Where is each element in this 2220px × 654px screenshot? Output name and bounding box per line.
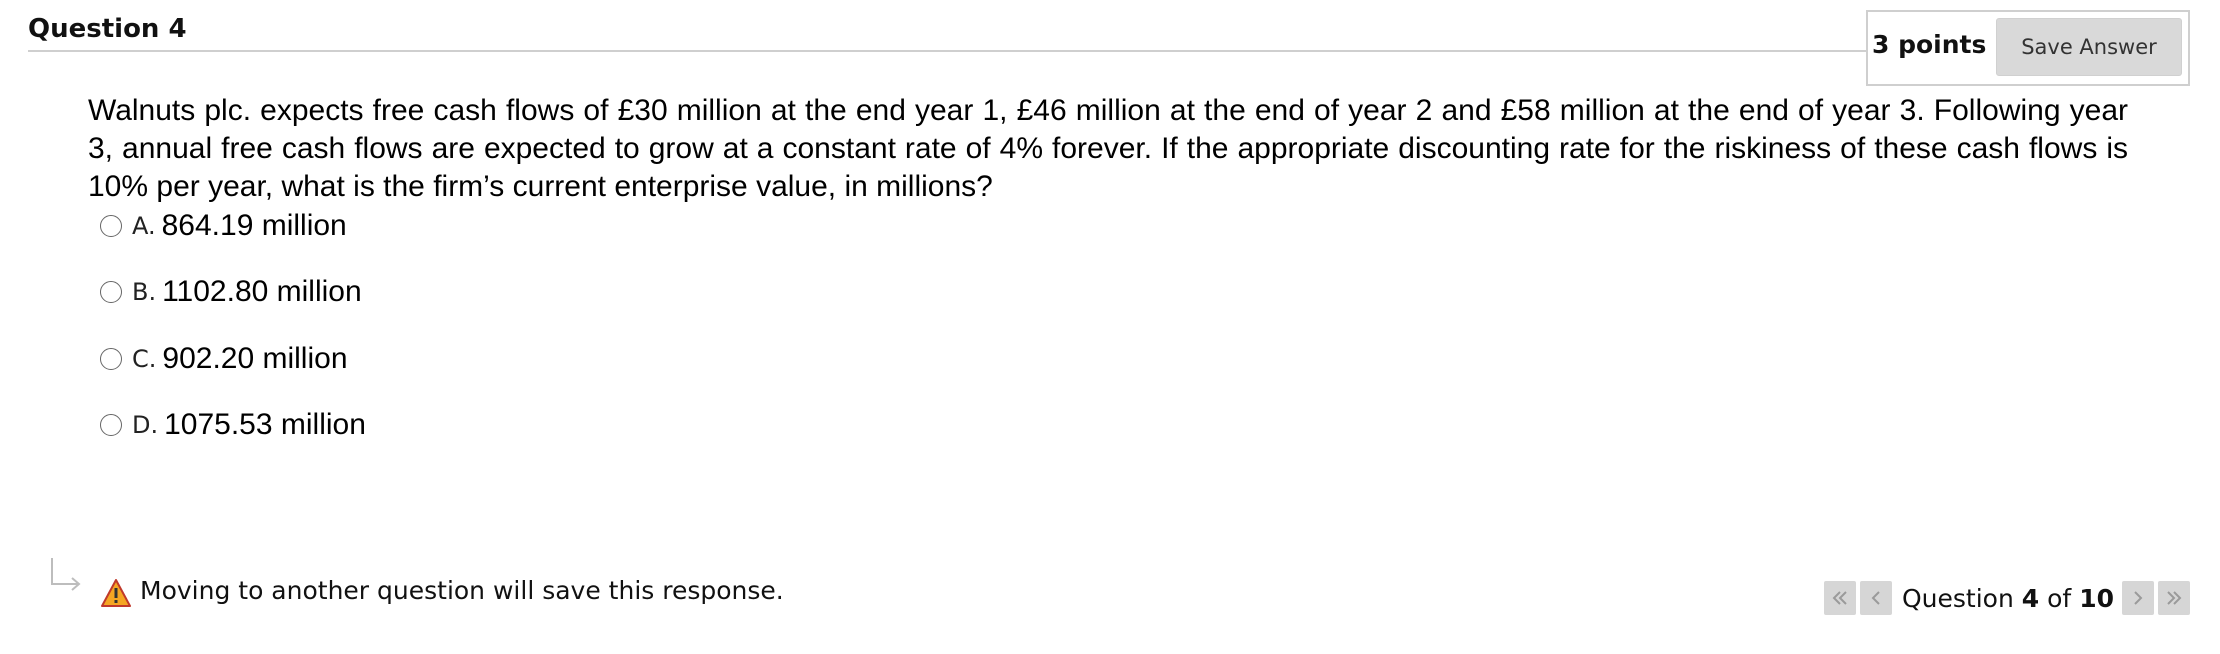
last-page-button[interactable]	[2158, 581, 2190, 615]
question-title: Question 4	[28, 14, 187, 44]
question-pager: Question 4 of 10	[1824, 580, 2194, 616]
prev-page-icon	[1871, 591, 1880, 605]
pager-of: of	[2047, 583, 2072, 613]
radio-button[interactable]	[100, 348, 122, 370]
last-page-icon	[2167, 591, 2182, 605]
option-letter: C.	[132, 345, 157, 373]
pager-prefix: Question	[1902, 583, 2014, 613]
option-letter: D.	[132, 411, 159, 439]
option-letter: B.	[132, 278, 157, 306]
option-b[interactable]: B. 1102.80 million	[100, 272, 362, 312]
option-c[interactable]: C. 902.20 million	[100, 339, 348, 379]
pager-label: Question 4 of 10	[1902, 584, 2114, 613]
option-letter: A.	[132, 212, 156, 240]
option-text: 864.19 million	[161, 209, 347, 242]
radio-button[interactable]	[100, 281, 122, 303]
next-page-button[interactable]	[2122, 581, 2154, 615]
pager-current: 4	[2021, 583, 2040, 613]
radio-button[interactable]	[100, 414, 122, 436]
option-text: 902.20 million	[162, 342, 348, 375]
option-text: 1075.53 million	[164, 408, 366, 441]
warning-icon	[101, 579, 131, 607]
points-label: 3 points	[1872, 30, 1987, 59]
header-divider	[28, 50, 1866, 52]
option-text: 1102.80 million	[162, 275, 362, 308]
question-text: Walnuts plc. expects free cash flows of …	[88, 94, 2128, 203]
next-page-icon	[2134, 591, 2143, 605]
first-page-icon	[1832, 591, 1847, 605]
save-warning-text: Moving to another question will save thi…	[140, 576, 784, 605]
option-a[interactable]: A. 864.19 million	[100, 206, 347, 246]
option-d[interactable]: D. 1075.53 million	[100, 405, 366, 445]
radio-button[interactable]	[100, 215, 122, 237]
pager-total: 10	[2079, 583, 2114, 613]
first-page-button[interactable]	[1824, 581, 1856, 615]
return-arrow-icon	[51, 558, 81, 591]
save-answer-button[interactable]: Save Answer	[1996, 18, 2182, 76]
prev-page-button[interactable]	[1860, 581, 1892, 615]
